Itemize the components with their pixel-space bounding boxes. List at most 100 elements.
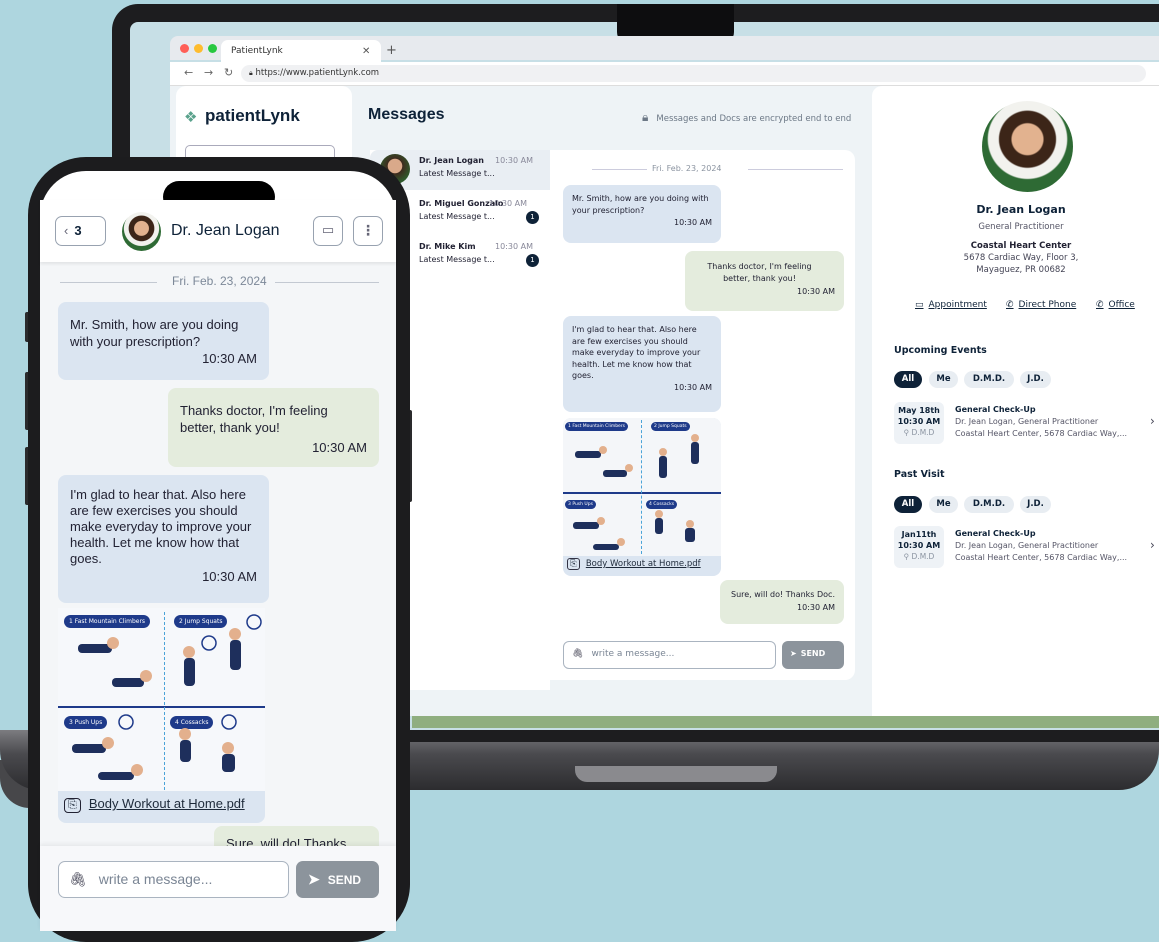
event-time: 10:30 AM xyxy=(897,541,941,550)
input-placeholder: write a message... xyxy=(98,871,213,887)
doctor-message: I'm glad to hear that. Also here are few… xyxy=(563,316,721,412)
filter-chip-dmd[interactable]: D.M.D. xyxy=(964,496,1014,513)
tab-title: PatientLynk xyxy=(231,46,283,56)
message-input[interactable]: 🖇︎ write a message... xyxy=(58,861,289,898)
conversation-time: 10:30 AM xyxy=(495,156,533,165)
message-text: Thanks doctor, I'm feeling better, thank… xyxy=(707,262,812,283)
attachment-link[interactable]: ⎘ Body Workout at Home.pdf xyxy=(64,796,245,813)
doctor-role: General Practitioner xyxy=(978,222,1064,232)
exercise-image-card[interactable]: 1 Fast Mountain Climbers 2 Jump Squats 3… xyxy=(58,608,265,823)
event-attendee: ⚲ D.M.D xyxy=(903,428,935,437)
calendar-button[interactable]: ▭ xyxy=(313,216,343,246)
clinic-name: Coastal Heart Center xyxy=(970,241,1072,251)
encryption-note: 🔒︎ Messages and Docs are encrypted end to… xyxy=(642,110,851,125)
logo-icon: ❖ xyxy=(184,108,198,126)
contact-name: Dr. Jean Logan xyxy=(171,222,280,239)
message-text: Thanks doctor, I'm feeling better, thank… xyxy=(180,403,328,435)
back-count: 3 xyxy=(74,223,82,238)
filter-chip-dmd[interactable]: D.M.D. xyxy=(964,371,1014,388)
message-time: 10:30 AM xyxy=(312,440,367,455)
event-detail: Dr. Jean Logan, General Practitioner xyxy=(955,541,1099,550)
filter-chip-jd[interactable]: J.D. xyxy=(1020,496,1051,513)
close-window-dot[interactable] xyxy=(180,44,189,53)
appointment-link[interactable]: ▭ Appointment xyxy=(915,300,987,310)
event-row[interactable]: May 18th 10:30 AM ⚲ D.M.D General Check-… xyxy=(894,402,1159,446)
attachment-link[interactable]: ⎘ Body Workout at Home.pdf xyxy=(567,558,701,570)
message-input[interactable]: 🖇︎ write a message... xyxy=(563,641,776,669)
reload-icon[interactable]: ↻ xyxy=(224,66,233,79)
filter-chip-me[interactable]: Me xyxy=(929,496,958,513)
exercise-image: 1 Fast Mountain Climbers 2 Jump Squats 3… xyxy=(58,608,265,791)
filter-chip-me[interactable]: Me xyxy=(929,371,958,388)
lock-icon: 🔒︎ xyxy=(249,69,253,77)
message-text: Mr. Smith, how are you doing with your p… xyxy=(70,317,239,349)
filter-chip-all[interactable]: All xyxy=(894,496,922,513)
url-field[interactable]: 🔒︎ https://www.patientLynk.com xyxy=(241,65,1146,82)
event-title: General Check-Up xyxy=(955,405,1036,414)
event-date-box: Jan11th 10:30 AM ⚲ D.M.D xyxy=(894,526,944,568)
filter-chip-jd[interactable]: J.D. xyxy=(1020,371,1051,388)
conversation-time: 10:30 AM xyxy=(489,199,527,208)
message-text: I'm glad to hear that. Also here are few… xyxy=(572,325,701,380)
maximize-window-dot[interactable] xyxy=(208,44,217,53)
patient-message: Thanks doctor, I'm feeling better, thank… xyxy=(168,388,379,467)
input-placeholder: write a message... xyxy=(591,649,675,659)
section-title: Upcoming Events xyxy=(894,345,987,356)
more-vertical-icon: ⋮ xyxy=(361,223,375,239)
section-title: Past Visit xyxy=(894,469,945,480)
paperclip-icon: 🖇︎ xyxy=(572,649,584,659)
message-time: 10:30 AM xyxy=(674,382,712,392)
forward-arrow-icon[interactable]: → xyxy=(204,66,213,79)
message-time: 10:30 AM xyxy=(674,218,712,227)
calendar-icon: ▭ xyxy=(321,223,335,238)
divider xyxy=(275,282,379,283)
doctor-name: Dr. Jean Logan xyxy=(976,203,1066,216)
desktop-bar xyxy=(412,716,1159,728)
doctor-message: I'm glad to hear that. Also here are few… xyxy=(58,475,269,603)
doctor-avatar xyxy=(982,101,1073,192)
back-button[interactable]: ‹ 3 xyxy=(55,216,106,246)
chevron-right-icon: › xyxy=(1150,538,1155,552)
send-label: SEND xyxy=(327,873,362,887)
event-row[interactable]: Jan11th 10:30 AM ⚲ D.M.D General Check-U… xyxy=(894,526,1159,570)
divider xyxy=(592,169,647,170)
exercise-image-card[interactable]: 1 Fast Mountain Climbers 2 Jump Squats 3… xyxy=(563,418,721,576)
exercise-image: 1 Fast Mountain Climbers 2 Jump Squats 3… xyxy=(563,418,721,556)
conversation-name: Dr. Mike Kim xyxy=(419,242,476,251)
phone-icon: ✆ xyxy=(1006,300,1014,310)
new-tab-icon[interactable]: + xyxy=(386,43,397,58)
conversation-preview: Latest Message t... xyxy=(419,255,495,264)
close-tab-icon[interactable]: ✕ xyxy=(362,46,370,57)
action-label: Direct Phone xyxy=(1018,300,1077,310)
office-link[interactable]: ✆ Office xyxy=(1096,300,1135,310)
filter-chip-all[interactable]: All xyxy=(894,371,922,388)
more-options-button[interactable]: ⋮ xyxy=(353,216,383,246)
lock-icon: 🔒︎ xyxy=(642,110,649,124)
back-arrow-icon[interactable]: ← xyxy=(184,66,193,79)
browser-tab[interactable]: PatientLynk xyxy=(221,40,381,62)
clinic-address-line: 5678 Cardiac Way, Floor 3, xyxy=(963,253,1079,263)
doctor-message: Mr. Smith, how are you doing with your p… xyxy=(58,302,269,380)
unread-badge: 1 xyxy=(526,254,539,267)
doctor-message: Mr. Smith, how are you doing with your p… xyxy=(563,185,721,243)
exercise-figures-icon xyxy=(72,614,262,780)
direct-phone-link[interactable]: ✆ Direct Phone xyxy=(1006,300,1076,310)
send-button[interactable]: ➤ SEND xyxy=(296,861,379,898)
patient-message: Thanks doctor, I'm feeling better, thank… xyxy=(685,251,844,311)
message-time: 10:30 AM xyxy=(202,569,257,584)
patient-message: Sure, will do! Thanks Doc. 10:30 AM xyxy=(720,580,844,624)
divider xyxy=(748,169,843,170)
app-logo: patientLynk xyxy=(205,106,300,125)
send-button[interactable]: ➤ SEND xyxy=(782,641,844,669)
event-detail: Coastal Heart Center, 5678 Cardiac Way,.… xyxy=(955,429,1128,438)
event-time: 10:30 AM xyxy=(897,417,941,426)
paperclip-icon: 🖇︎ xyxy=(69,871,87,887)
avatar xyxy=(122,212,161,251)
attachment-name: Body Workout at Home.pdf xyxy=(88,796,245,811)
minimize-window-dot[interactable] xyxy=(194,44,203,53)
phone-icon: ✆ xyxy=(1096,300,1104,310)
send-label: SEND xyxy=(800,649,826,658)
event-date: May 18th xyxy=(898,406,940,415)
date-separator: Fri. Feb. 23, 2024 xyxy=(652,164,722,173)
action-label: Office xyxy=(1108,300,1135,310)
